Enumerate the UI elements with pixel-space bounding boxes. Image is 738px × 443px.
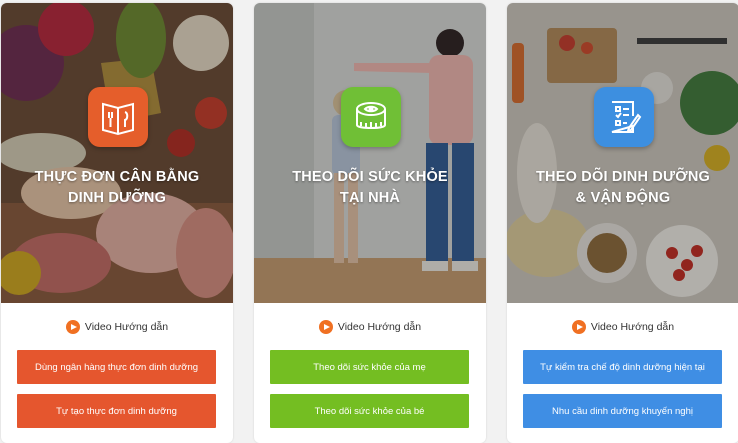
card-hero[interactable]: THEO DÕI DINH DƯỠNG & VẬN ĐỘNG [507,3,738,303]
video-guide-link[interactable]: Video Hướng dẫn [1,320,233,334]
card-title: THỰC ĐƠN CÂN BẰNG DINH DƯỠNG [34,169,200,206]
play-icon [571,320,586,334]
card-title: THEO DÕI DINH DƯỠNG & VẬN ĐỘNG [535,169,710,206]
card-nutrition-activity: THEO DÕI DINH DƯỠNG & VẬN ĐỘNG Video Hướ… [507,3,738,443]
use-menu-bank-button[interactable]: Dùng ngân hàng thực đơn dinh dưỡng [17,350,216,384]
track-mother-health-button[interactable]: Theo dõi sức khỏe của mẹ [270,350,469,384]
card-balanced-menu: THỰC ĐƠN CÂN BẰNG DINH DƯỠNG Video Hướng… [1,3,233,443]
recommended-nutrition-button[interactable]: Nhu cầu dinh dưỡng khuyến nghị [523,394,722,428]
self-check-nutrition-button[interactable]: Tự kiểm tra chế độ dinh dưỡng hiện tại [523,350,722,384]
menu-book-icon [88,87,148,147]
card-home-health: THEO DÕI SỨC KHỎE TẠI NHÀ Video Hướng dẫ… [254,3,486,443]
create-menu-button[interactable]: Tự tạo thực đơn dinh dưỡng [17,394,216,428]
card-title: THEO DÕI SỨC KHỎE TẠI NHÀ [292,169,448,206]
track-baby-health-button[interactable]: Theo dõi sức khỏe của bé [270,394,469,428]
play-icon [318,320,333,334]
card-hero[interactable]: THEO DÕI SỨC KHỎE TẠI NHÀ [254,3,486,303]
measuring-tape-icon [341,87,401,147]
play-icon [65,320,80,334]
checklist-icon [594,87,654,147]
video-guide-link[interactable]: Video Hướng dẫn [254,320,486,334]
card-hero[interactable]: THỰC ĐƠN CÂN BẰNG DINH DƯỠNG [1,3,233,303]
video-guide-link[interactable]: Video Hướng dẫn [507,320,738,334]
